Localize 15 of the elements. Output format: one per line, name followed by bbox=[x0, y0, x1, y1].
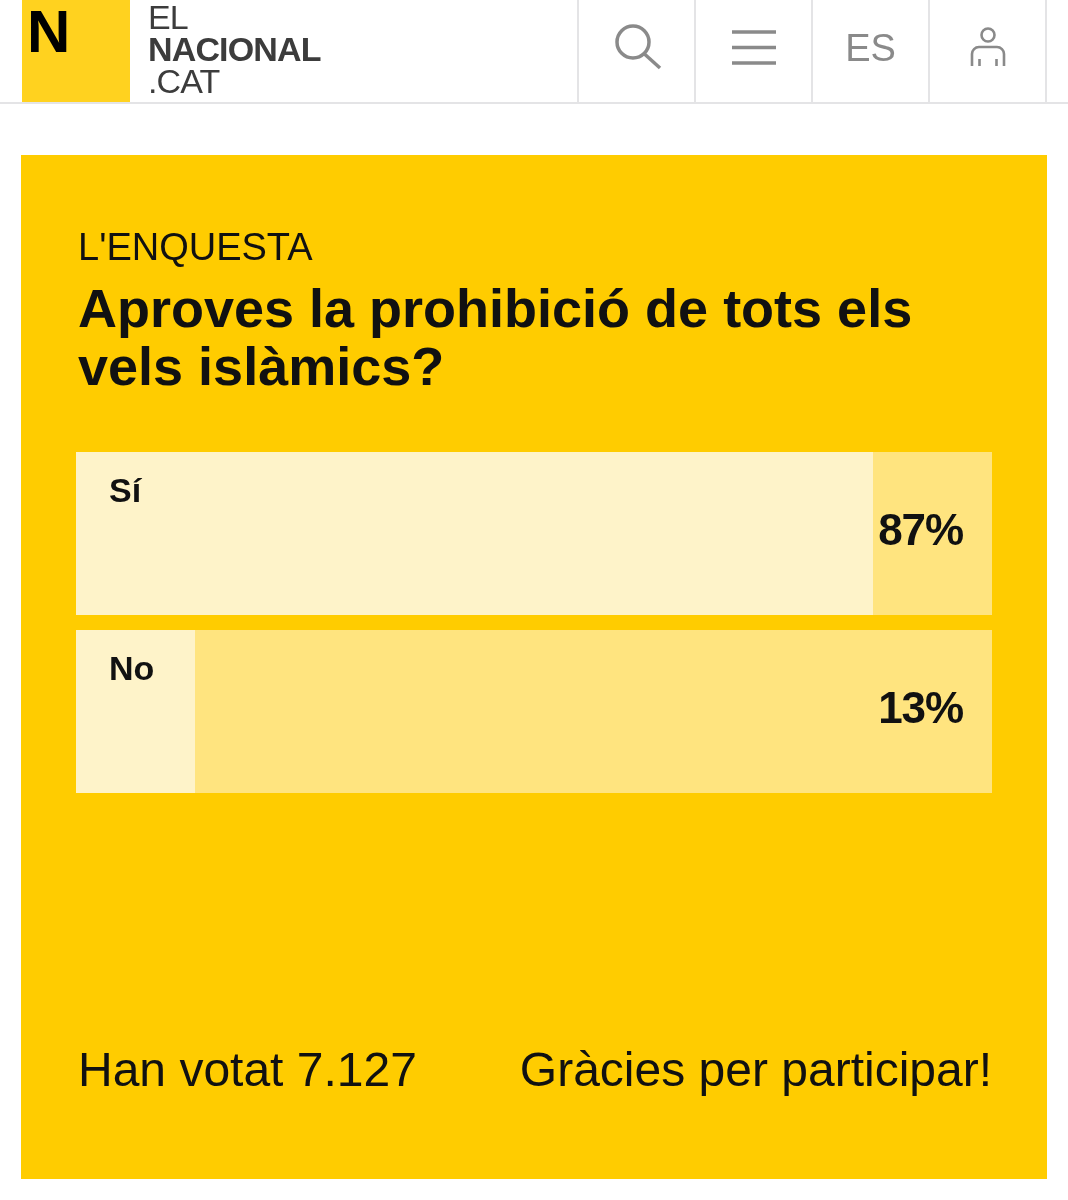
vote-count: Han votat 7.127 bbox=[78, 1042, 417, 1099]
logo-mark[interactable]: N bbox=[22, 0, 130, 102]
menu-icon bbox=[731, 29, 776, 65]
option-label: Sí bbox=[109, 472, 142, 507]
thanks-message: Gràcies per participar! bbox=[519, 1042, 992, 1099]
logo-text: .CAT bbox=[148, 65, 220, 97]
option-percent: 87% bbox=[878, 507, 963, 552]
poll-kicker: L'ENQUESTA bbox=[78, 225, 313, 270]
poll-question: Aproves la prohibició de tots els vels islàmics? bbox=[78, 278, 914, 395]
person-icon bbox=[969, 27, 1006, 67]
search-icon bbox=[613, 24, 662, 70]
logo-text: EL bbox=[148, 1, 188, 33]
logo-text: NACIONAL bbox=[148, 33, 321, 65]
option-percent: 13% bbox=[878, 685, 963, 730]
option-label: No bbox=[109, 650, 155, 685]
